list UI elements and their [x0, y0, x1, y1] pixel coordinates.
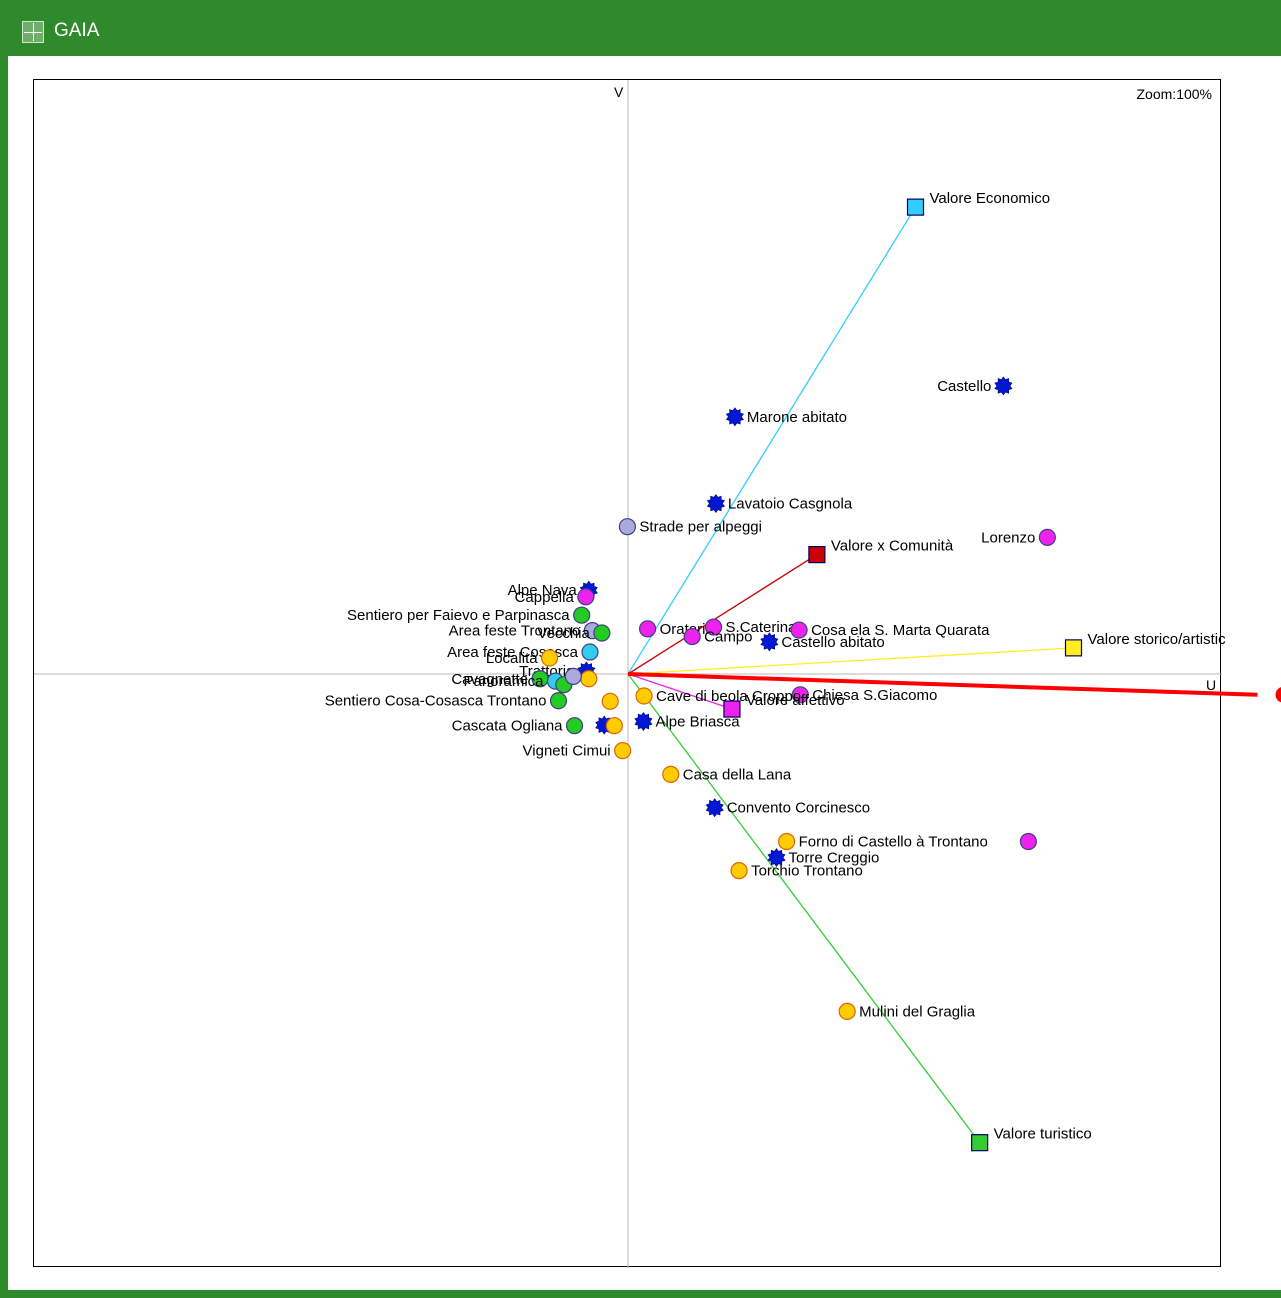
zoom-value: 100%	[1176, 86, 1212, 102]
alternative-area-feste-cosasca-26-marker[interactable]	[581, 643, 599, 661]
alternative-marone-abitato-1-marker[interactable]	[725, 407, 744, 427]
criterion-marker-valore-affettivo[interactable]	[723, 700, 741, 718]
criterion-vector-valore-storico-artistic	[627, 647, 1074, 675]
alternative-campo-7-marker[interactable]	[683, 627, 701, 646]
alternative-lavatoio-casgnola-2-label: Lavatoio Casgnola	[728, 496, 853, 513]
criterion-vector-valore-x-comunita	[627, 554, 818, 675]
window-title: GAIA	[54, 20, 100, 41]
alternative-sentiero-cosa-cosasca-trontano-34-label: Sentiero Cosa-Cosasca Trontano	[325, 693, 547, 710]
alternative-torchio-trontano-19-label: Torchio Trontano	[751, 863, 863, 880]
criterion-label-valore-storico-artistic: Valore storico/artistic	[1088, 631, 1227, 648]
alternatives-layer: Castello Marone abitato Lavatoio Casgnola S…	[325, 376, 1056, 1020]
gaia-client-area: Castello Marone abitato Lavatoio Casgnola S…	[8, 56, 1281, 1290]
axis-v-label: V	[614, 84, 624, 100]
alternative-strade-per-alpeggi-3-marker[interactable]	[618, 518, 637, 536]
alternative-marone-abitato-1-label: Marone abitato	[747, 409, 847, 426]
alternative-cascata-ogliana-36-label: Cascata Ogliana	[452, 718, 564, 735]
criterion-vector-valore-turistico	[627, 673, 981, 1144]
criterion-label-valore-x-comunita: Valore x Comunità	[831, 538, 954, 555]
alternative-vigneti-cimui-13-marker[interactable]	[614, 742, 632, 760]
alternative-cave-di-beola-croppo-11-marker[interactable]	[635, 687, 653, 705]
criterion-vector-valore-economico	[627, 206, 917, 675]
gaia-app-icon	[22, 21, 44, 43]
criterion-label-valore-turistico: Valore turistico	[994, 1126, 1092, 1143]
alternative-vecchia-25-marker[interactable]	[593, 624, 611, 642]
decision-axis-marker[interactable]	[1275, 687, 1281, 703]
gaia-plane[interactable]: Castello Marone abitato Lavatoio Casgnola S…	[33, 79, 1281, 1268]
zoom-label: Zoom:	[1136, 86, 1177, 102]
alternative-lavatoio-casgnola-2-marker[interactable]	[706, 493, 725, 514]
alternative-casa-della-lana-14-label: Casa della Lana	[683, 766, 792, 783]
criterion-marker-valore-storico-artistic[interactable]	[1064, 639, 1083, 657]
alternative-convento-corcinesco-15-marker[interactable]	[705, 798, 724, 818]
alternative-unlabeled-35-marker[interactable]	[601, 692, 619, 710]
criterion-label-valore-economico: Valore Economico	[929, 190, 1050, 207]
alternative-torchio-trontano-19-marker[interactable]	[730, 862, 748, 880]
zoom-indicator: Zoom:100%	[1137, 86, 1213, 102]
alternative-vigneti-cimui-13-label: Vigneti Cimui	[523, 743, 611, 760]
alternative-mulini-del-graglia-20-marker[interactable]	[838, 1002, 856, 1020]
alternative-castello-0-label: Castello	[937, 378, 991, 395]
alternative-alpe-briasca-12-marker[interactable]	[634, 711, 653, 732]
alternative-convento-corcinesco-15-label: Convento Corcinesco	[727, 800, 870, 817]
alternative-unlabeled-38-marker[interactable]	[605, 717, 623, 735]
alternative-sentiero-cosa-cosasca-trontano-34-marker[interactable]	[549, 692, 568, 710]
gaia-window: GAIA Castello Marone abitato Lavatoio Casg…	[0, 0, 1281, 1298]
alternative-unlabeled-17-marker[interactable]	[1019, 832, 1037, 851]
criterion-marker-valore-turistico[interactable]	[971, 1134, 989, 1152]
alternative-forno-di-castello-a-trontano-16-label: Forno di Castello à Trontano	[799, 834, 988, 851]
criterion-marker-valore-economico[interactable]	[906, 198, 925, 216]
alternative-castello-0-marker[interactable]	[994, 376, 1013, 396]
alternative-lorenzo-4-marker[interactable]	[1038, 528, 1056, 546]
alternative-cascata-ogliana-36-marker[interactable]	[565, 717, 584, 735]
alternative-forno-di-castello-a-trontano-16-marker[interactable]	[777, 832, 796, 851]
alternative-castello-abitato-9-label: Castello abitato	[781, 634, 884, 651]
alternative-sentiero-per-faievo-e-parpinasca-23-marker[interactable]	[573, 606, 591, 624]
alternative-lorenzo-4-label: Lorenzo	[981, 529, 1035, 546]
alternative-mulini-del-graglia-20-label: Mulini del Graglia	[859, 1003, 976, 1020]
axis-u-label: U	[1206, 677, 1217, 693]
alternative-campo-7-label: Campo	[704, 629, 752, 646]
criterion-marker-valore-x-comunita[interactable]	[808, 546, 826, 564]
gaia-plot-svg[interactable]: Castello Marone abitato Lavatoio Casgnola S…	[34, 80, 1281, 1268]
alternative-strade-per-alpeggi-3-label: Strade per alpeggi	[639, 519, 762, 536]
window-titlebar[interactable]: GAIA	[0, 0, 1281, 56]
alternative-oratorio-5-marker[interactable]	[639, 620, 657, 638]
alternative-cappella-22-label: Cappella	[515, 589, 575, 606]
alternative-cappella-22-marker[interactable]	[577, 588, 595, 606]
alternative-unlabeled-33-marker[interactable]	[564, 667, 582, 685]
criterion-label-valore-affettivo: Valore affettivo	[746, 692, 845, 709]
alternative-casa-della-lana-14-marker[interactable]	[662, 765, 680, 783]
alternative-vecchia-25-label: Vecchia	[537, 625, 590, 642]
alternative-panoramica-30-label: Panoramica	[463, 673, 544, 690]
alternative-unlabeled-31-marker[interactable]	[580, 670, 598, 688]
